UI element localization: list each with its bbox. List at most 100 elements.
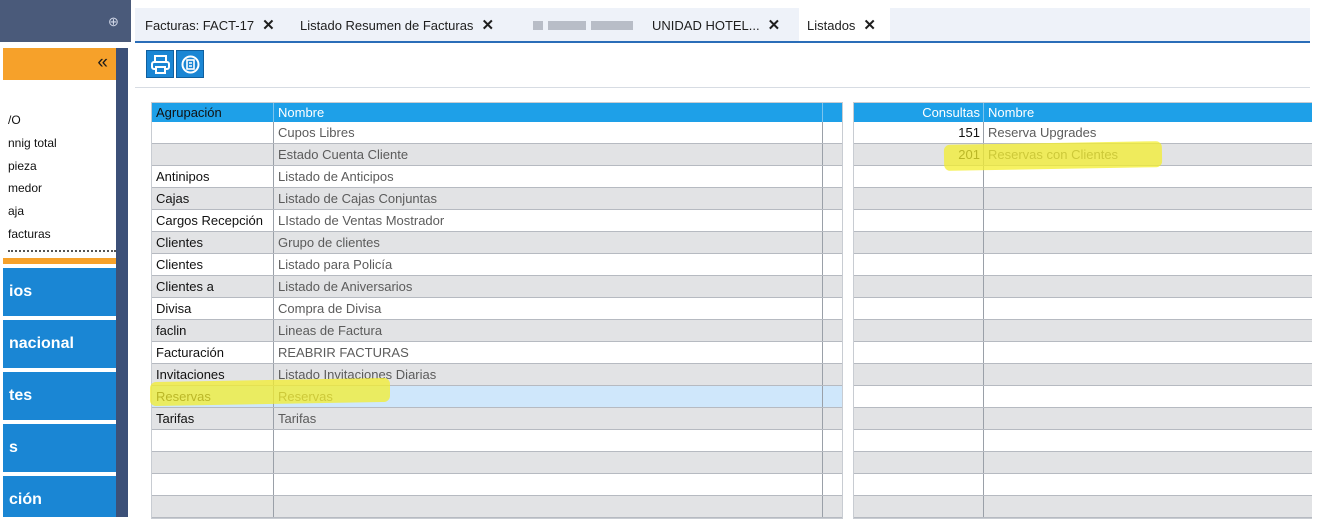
cell-agrupacion: Clientes [152, 254, 274, 275]
export-button[interactable] [176, 50, 204, 78]
cell-nombre [274, 430, 823, 451]
nav-module-button[interactable]: tes [3, 372, 116, 420]
left-nav-item[interactable]: facturas [8, 227, 51, 241]
left-nav-divider [8, 250, 116, 252]
grid-header: Agrupación Nombre [152, 103, 842, 122]
cell-agrupacion: Tarifas [152, 408, 274, 429]
cell-agrupacion: Clientes [152, 232, 274, 253]
table-row[interactable] [854, 342, 1312, 364]
left-nav-item[interactable]: /O [8, 113, 21, 127]
table-row[interactable]: Estado Cuenta Cliente [152, 144, 842, 166]
cell-agrupacion [152, 518, 274, 519]
table-row[interactable] [854, 496, 1312, 518]
table-row[interactable] [152, 496, 842, 518]
table-row[interactable] [854, 364, 1312, 386]
table-row[interactable] [854, 452, 1312, 474]
table-row[interactable] [854, 276, 1312, 298]
nav-module-button[interactable]: ción [3, 476, 116, 517]
table-row[interactable] [854, 254, 1312, 276]
tab-label: Facturas: FACT-17 [145, 18, 255, 33]
left-nav-scrollbar[interactable] [116, 48, 128, 517]
tab-listados[interactable]: Listados ✕ [807, 16, 876, 34]
cell-consultas [854, 232, 984, 253]
print-icon [151, 55, 170, 74]
table-row[interactable] [152, 430, 842, 452]
table-row[interactable] [152, 452, 842, 474]
cell-nombre: Listado para Policía [274, 254, 823, 275]
cell-nombre [984, 188, 1312, 209]
cell-nombre [984, 232, 1312, 253]
column-header-consultas[interactable]: Consultas [854, 103, 984, 122]
table-row[interactable] [854, 188, 1312, 210]
cell-consultas [854, 210, 984, 231]
table-row[interactable]: Cargos Recepción LIstado de Ventas Mostra… [152, 210, 842, 232]
cell-nombre: Cupos Libres [274, 122, 823, 143]
cell-nombre [274, 496, 823, 517]
cell-agrupacion: Divisa [152, 298, 274, 319]
cell-nombre [984, 320, 1312, 341]
redacted-text [591, 21, 633, 30]
table-row[interactable] [854, 298, 1312, 320]
cell-consultas [854, 408, 984, 429]
table-row[interactable] [854, 166, 1312, 188]
left-nav-item[interactable]: medor [8, 181, 42, 195]
table-row[interactable]: Clientes a Listado de Aniversarios [152, 276, 842, 298]
table-row[interactable]: faclin Lineas de Factura [152, 320, 842, 342]
cell-agrupacion: Antinipos [152, 166, 274, 187]
table-row[interactable] [854, 474, 1312, 496]
cell-nombre: Listado de Aniversarios [274, 276, 823, 297]
tab-facturas[interactable]: Facturas: FACT-17 ✕ [145, 16, 275, 34]
tab-bar: Facturas: FACT-17 ✕ Listado Resumen de Fa… [135, 8, 1310, 43]
table-row[interactable]: Antinipos Listado de Anticipos [152, 166, 842, 188]
cell-nombre [984, 276, 1312, 297]
nav-module-button[interactable]: ios [3, 268, 116, 316]
cell-consultas [854, 452, 984, 473]
table-row[interactable] [152, 474, 842, 496]
cell-nombre [984, 298, 1312, 319]
close-icon[interactable]: ✕ [262, 17, 275, 34]
cell-nombre [984, 518, 1312, 519]
table-row[interactable] [854, 386, 1312, 408]
table-row[interactable] [854, 210, 1312, 232]
table-row[interactable]: 151 Reserva Upgrades [854, 122, 1312, 144]
table-row[interactable]: Facturación REABRIR FACTURAS [152, 342, 842, 364]
cell-nombre: Listado de Cajas Conjuntas [274, 188, 823, 209]
close-icon[interactable]: ✕ [481, 17, 494, 34]
table-row[interactable] [854, 232, 1312, 254]
tab-label: UNIDAD HOTEL... [652, 18, 760, 33]
column-header-agrupacion[interactable]: Agrupación [152, 103, 274, 122]
table-row[interactable]: Clientes Listado para Policía [152, 254, 842, 276]
tab-unidad-hotel[interactable]: UNIDAD HOTEL... ✕ [652, 16, 780, 34]
table-row[interactable]: Clientes Grupo de clientes [152, 232, 842, 254]
pin-icon[interactable]: ⊕ [108, 14, 119, 30]
close-icon[interactable]: ✕ [768, 17, 781, 34]
left-nav-pane: ⊕ « /O nnig total pieza medor aja factur… [0, 0, 131, 517]
table-row[interactable] [152, 518, 842, 519]
collapse-icon[interactable]: « [97, 51, 108, 75]
table-row[interactable]: Cajas Listado de Cajas Conjuntas [152, 188, 842, 210]
table-row[interactable] [854, 320, 1312, 342]
cell-consultas [854, 254, 984, 275]
print-button[interactable] [146, 50, 174, 78]
left-nav-item[interactable]: nnig total [8, 136, 57, 150]
left-nav-item[interactable]: pieza [8, 159, 37, 173]
table-row[interactable]: Tarifas Tarifas [152, 408, 842, 430]
table-row[interactable] [854, 518, 1312, 519]
cell-agrupacion: Cajas [152, 188, 274, 209]
table-row[interactable] [854, 408, 1312, 430]
table-row[interactable]: Divisa Compra de Divisa [152, 298, 842, 320]
left-nav-header: « [3, 48, 116, 80]
tab-listado-resumen[interactable]: Listado Resumen de Facturas ✕ [300, 16, 494, 34]
nav-module-button[interactable]: nacional [3, 320, 116, 368]
cell-nombre [984, 364, 1312, 385]
table-row[interactable]: Cupos Libres [152, 122, 842, 144]
column-header-nombre[interactable]: Nombre [984, 103, 1312, 122]
redacted-text [533, 21, 543, 30]
close-icon[interactable]: ✕ [863, 17, 876, 34]
left-nav-item[interactable]: aja [8, 204, 24, 218]
cell-nombre: Reserva Upgrades [988, 125, 1097, 140]
column-header-nombre[interactable]: Nombre [274, 103, 823, 122]
nav-module-button[interactable]: s [3, 424, 116, 472]
table-row[interactable] [854, 430, 1312, 452]
cell-consultas [854, 364, 984, 385]
